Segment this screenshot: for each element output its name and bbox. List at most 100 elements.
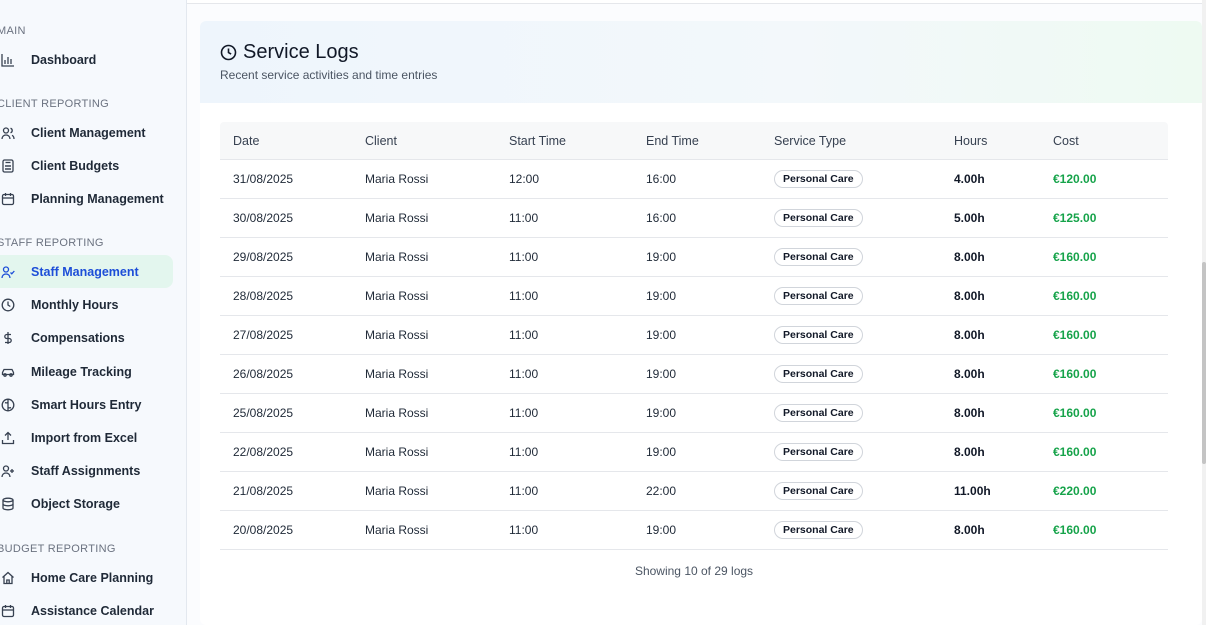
cell-start-time: 11:00 xyxy=(509,289,539,303)
sidebar-item-client-management[interactable]: Client Management xyxy=(0,116,173,149)
column-header-date: Date xyxy=(233,133,260,148)
card-subtitle: Recent service activities and time entri… xyxy=(220,68,438,82)
service-type-badge: Personal Care xyxy=(774,326,863,344)
cell-cost-value: €125.00 xyxy=(1053,211,1097,225)
brain-icon xyxy=(0,397,16,413)
cell-hours: 4.00h xyxy=(954,172,1053,186)
cell-end-time: 16:00 xyxy=(646,172,677,186)
upload-icon xyxy=(0,430,16,446)
sidebar-item-label: Compensations xyxy=(31,330,125,345)
sidebar-item-compensations[interactable]: Compensations xyxy=(0,321,173,354)
pagination-summary: Showing 10 of 29 logs xyxy=(634,564,754,578)
service-type-badge: Personal Care xyxy=(774,443,863,461)
table-row[interactable]: 29/08/2025 Maria Rossi 11:00 19:00 Personal … xyxy=(220,238,1168,277)
sidebar-item-label: Assistance Calendar xyxy=(31,603,154,618)
cell-cost-value: €120.00 xyxy=(1053,172,1097,186)
section-title-staff: STAFF REPORTING xyxy=(0,237,104,249)
cell-hours-value: 8.00h xyxy=(954,523,985,537)
sidebar-item-staff-management[interactable]: Staff Management xyxy=(0,255,173,288)
cell-hours-value: 11.00h xyxy=(954,484,991,498)
cell-cost: €160.00 xyxy=(1053,289,1168,303)
dollar-icon xyxy=(0,330,16,346)
cell-service-type: Personal Care xyxy=(774,521,954,539)
sidebar-item-label: Mileage Tracking xyxy=(31,364,132,379)
cell-hours: 8.00h xyxy=(954,289,1053,303)
cell-hours: 8.00h xyxy=(954,328,1053,342)
table-row[interactable]: 28/08/2025 Maria Rossi 11:00 19:00 Personal … xyxy=(220,277,1168,316)
sidebar-item-client-budgets[interactable]: Client Budgets xyxy=(0,149,173,182)
cell-hours-value: 8.00h xyxy=(954,328,985,342)
user-plus-icon xyxy=(0,463,16,479)
cell-hours-value: 8.00h xyxy=(954,406,985,420)
service-logs-card: Service Logs Recent service activities a… xyxy=(200,21,1202,625)
calculator-icon xyxy=(0,158,16,174)
table-row[interactable]: 31/08/2025 Maria Rossi 12:00 16:00 Personal … xyxy=(220,160,1168,199)
cell-date: 26/08/2025 xyxy=(233,367,294,381)
cell-hours-value: 8.00h xyxy=(954,367,985,381)
cell-cost: €120.00 xyxy=(1053,172,1168,186)
sidebar-item-label: Planning Management xyxy=(31,191,164,206)
users-icon xyxy=(0,125,16,141)
cell-end-time: 19:00 xyxy=(646,406,677,420)
table-row[interactable]: 21/08/2025 Maria Rossi 11:00 22:00 Personal … xyxy=(220,472,1168,511)
service-type-badge: Personal Care xyxy=(774,287,863,305)
sidebar-item-mileage-tracking[interactable]: Mileage Tracking xyxy=(0,355,173,388)
cell-end-time: 19:00 xyxy=(646,250,677,264)
sidebar-item-monthly-hours[interactable]: Monthly Hours xyxy=(0,288,173,321)
table-row[interactable]: 25/08/2025 Maria Rossi 11:00 19:00 Personal … xyxy=(220,394,1168,433)
service-type-badge: Personal Care xyxy=(774,170,863,188)
sidebar-item-object-storage[interactable]: Object Storage xyxy=(0,487,173,520)
sidebar-item-import-excel[interactable]: Import from Excel xyxy=(0,421,173,454)
cell-start-time: 11:00 xyxy=(509,250,539,264)
cell-client: Maria Rossi xyxy=(365,328,429,342)
sidebar-item-label: Import from Excel xyxy=(31,430,138,445)
calendar-icon xyxy=(0,603,16,619)
cell-service-type: Personal Care xyxy=(774,287,954,305)
top-divider xyxy=(187,0,1206,4)
bar-chart-icon xyxy=(0,52,16,68)
cell-service-type: Personal Care xyxy=(774,248,954,266)
cell-cost-value: €160.00 xyxy=(1053,367,1097,381)
sidebar-item-smart-hours-entry[interactable]: Smart Hours Entry xyxy=(0,388,173,421)
cell-client: Maria Rossi xyxy=(365,445,429,459)
cell-start-time: 11:00 xyxy=(509,211,539,225)
home-icon xyxy=(0,570,16,586)
cell-service-type: Personal Care xyxy=(774,365,954,383)
cell-hours: 8.00h xyxy=(954,367,1053,381)
cell-date: 22/08/2025 xyxy=(233,445,294,459)
sidebar-item-dashboard[interactable]: Dashboard xyxy=(0,43,173,76)
table-row[interactable]: 20/08/2025 Maria Rossi 11:00 19:00 Personal … xyxy=(220,511,1168,550)
cell-date: 21/08/2025 xyxy=(233,484,294,498)
scrollbar-thumb[interactable] xyxy=(1202,262,1206,464)
database-icon xyxy=(0,496,16,512)
sidebar-item-planning-management[interactable]: Planning Management xyxy=(0,182,173,215)
table-row[interactable]: 26/08/2025 Maria Rossi 11:00 19:00 Personal … xyxy=(220,355,1168,394)
cell-cost: €125.00 xyxy=(1053,211,1168,225)
cell-hours: 8.00h xyxy=(954,406,1053,420)
table-header: Date Client Start Time End Time Service … xyxy=(220,122,1168,160)
sidebar-item-home-care-planning[interactable]: Home Care Planning xyxy=(0,561,173,594)
cell-cost-value: €220.00 xyxy=(1053,484,1097,498)
cell-service-type: Personal Care xyxy=(774,443,954,461)
table-row[interactable]: 27/08/2025 Maria Rossi 11:00 19:00 Personal … xyxy=(220,316,1168,355)
cell-client: Maria Rossi xyxy=(365,211,429,225)
cell-cost-value: €160.00 xyxy=(1053,523,1097,537)
column-header-start-time: Start Time xyxy=(509,133,566,148)
service-type-badge: Personal Care xyxy=(774,482,863,500)
cell-cost: €160.00 xyxy=(1053,328,1168,342)
cell-hours: 11.00h xyxy=(954,484,1053,498)
cell-cost-value: €160.00 xyxy=(1053,328,1097,342)
cell-start-time: 12:00 xyxy=(509,172,540,186)
cell-hours-value: 8.00h xyxy=(954,250,985,264)
sidebar-item-assistance-calendar[interactable]: Assistance Calendar xyxy=(0,594,173,625)
service-type-badge: Personal Care xyxy=(774,521,863,539)
cell-start-time: 11:00 xyxy=(509,484,539,498)
cell-service-type: Personal Care xyxy=(774,170,954,188)
table-row[interactable]: 22/08/2025 Maria Rossi 11:00 19:00 Personal … xyxy=(220,433,1168,472)
sidebar-item-staff-assignments[interactable]: Staff Assignments xyxy=(0,454,173,487)
cell-end-time: 19:00 xyxy=(646,328,677,342)
column-header-cost: Cost xyxy=(1053,133,1079,148)
table-body: 31/08/2025 Maria Rossi 12:00 16:00 Personal … xyxy=(220,160,1168,550)
table-row[interactable]: 30/08/2025 Maria Rossi 11:00 16:00 Personal … xyxy=(220,199,1168,238)
cell-client: Maria Rossi xyxy=(365,172,429,186)
